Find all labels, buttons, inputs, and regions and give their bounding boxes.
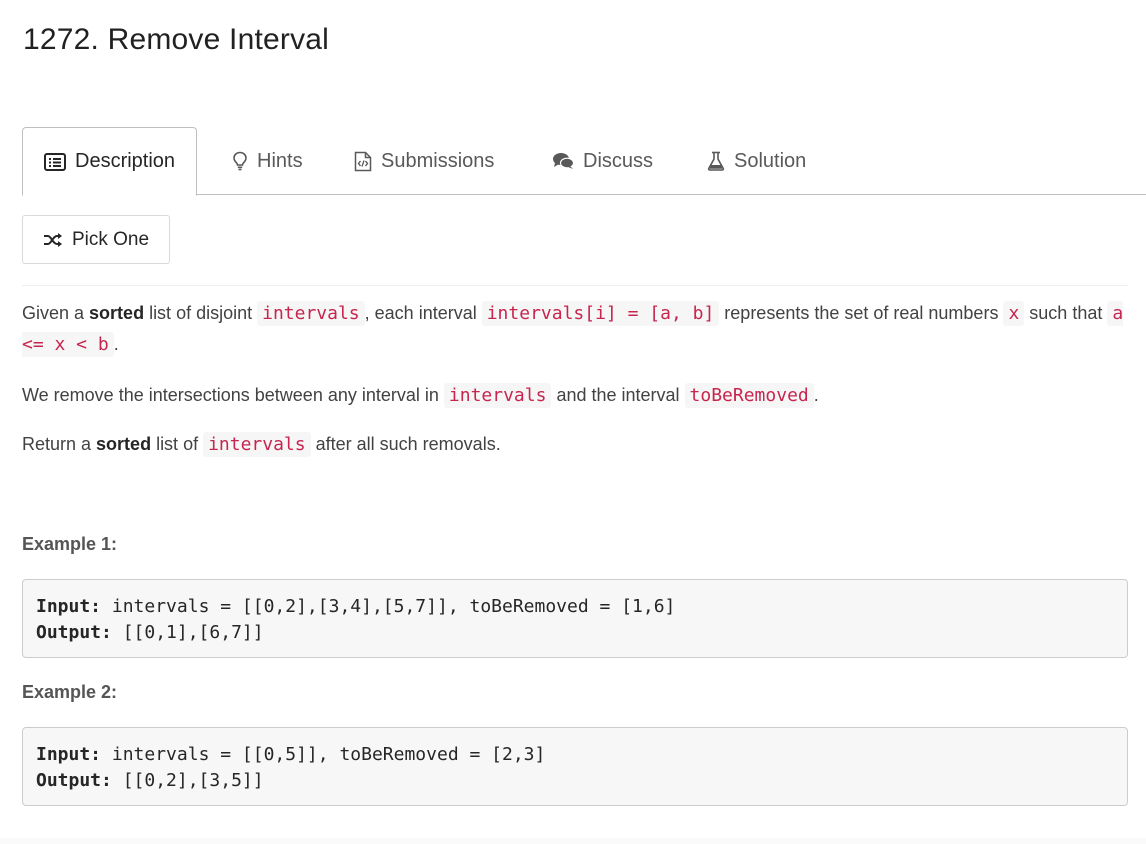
tab-discuss[interactable]: Discuss [552,127,653,195]
page-title: 1272. Remove Interval [23,23,330,56]
text: Return a [22,434,97,454]
text: , each interval [364,303,482,323]
example-1-output-line: Output: [[0,1],[6,7]] [36,620,1114,646]
tab-solution[interactable]: Solution [707,127,806,195]
example-2-title: Example 2: [22,682,118,702]
input-label: Input: [36,744,102,765]
inline-code-intervals: intervals [203,432,311,457]
content-divider [22,285,1128,286]
example-1-title: Example 1: [22,534,118,554]
tab-submissions[interactable]: Submissions [354,127,494,195]
description-paragraph-3: Return a sorted list of intervals after … [22,429,1132,460]
inline-code-interval-def: intervals[i] = [a, b] [481,301,720,326]
text: and the interval [551,385,685,405]
emphasis-sorted: sorted [89,303,145,323]
tab-hints-label: Hints [257,149,303,172]
output-value: [[0,1],[6,7]] [111,622,264,643]
description-paragraph-1: Given a sorted list of disjoint interval… [22,298,1132,360]
input-value: intervals = [[0,5]], toBeRemoved = [2,3] [101,744,546,765]
inline-code-intervals: intervals [443,383,552,408]
emphasis-sorted: sorted [96,434,152,454]
flask-icon [707,151,725,171]
text: list of [151,434,204,454]
text: . [813,385,819,405]
tab-hints[interactable]: Hints [232,127,303,195]
input-label: Input: [36,596,102,617]
tab-submissions-label: Submissions [381,149,495,172]
tab-discuss-label: Discuss [583,149,654,172]
tab-bar: Description Hints Submissions Discuss So… [22,127,1146,196]
inline-code-tobe-removed: toBeRemoved [684,383,814,408]
example-1-code-block: Input: intervals = [[0,2],[3,4],[5,7]], … [22,579,1128,658]
list-icon [44,152,66,171]
shuffle-icon [43,232,63,248]
tab-description-label: Description [75,150,176,172]
description-paragraph-2: We remove the intersections between any … [22,380,1132,411]
text: represents the set of real numbers [719,303,1004,323]
example-1-input-line: Input: intervals = [[0,2],[3,4],[5,7]], … [36,594,1114,620]
output-label: Output: [36,622,112,643]
example-2-code-block: Input: intervals = [[0,5]], toBeRemoved … [22,727,1128,806]
input-value: intervals = [[0,2],[3,4],[5,7]], toBeRem… [101,596,676,617]
example-2-output-line: Output: [[0,2],[3,5]] [36,768,1114,794]
inline-code-x: x [1003,301,1025,326]
text: . [113,334,119,354]
tab-description[interactable]: Description [22,127,198,196]
inline-code-intervals: intervals [257,301,365,326]
pick-one-button[interactable]: Pick One [22,215,170,264]
output-value: [[0,2],[3,5]] [111,770,264,791]
code-file-icon [354,151,372,172]
chat-bubbles-icon [552,152,574,170]
text: such that [1024,303,1108,323]
tab-solution-label: Solution [734,149,807,172]
pick-one-label: Pick One [71,228,150,250]
lightbulb-icon [232,151,248,171]
example-2-input-line: Input: intervals = [[0,5]], toBeRemoved … [36,742,1114,768]
bottom-edge [0,838,1146,844]
text: Given a [22,303,90,323]
text: We remove the intersections between any … [22,385,444,405]
output-label: Output: [36,770,112,791]
text: list of disjoint [144,303,258,323]
text: after all such removals. [310,434,501,454]
